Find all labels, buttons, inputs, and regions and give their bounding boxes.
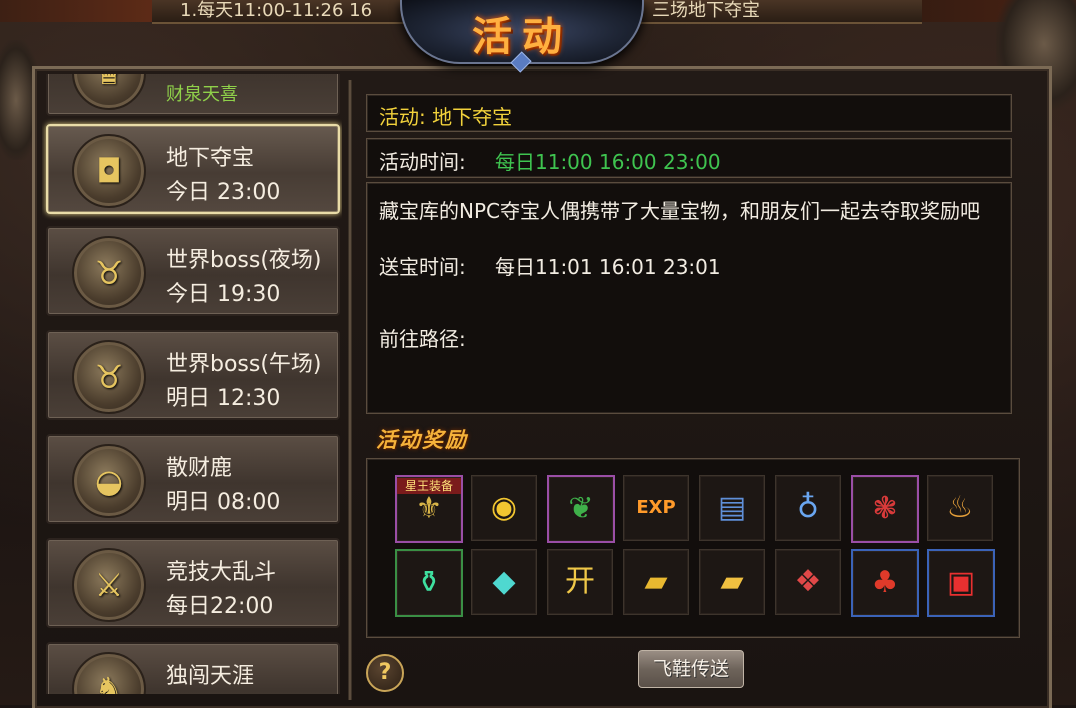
bull-demon-icon: ♉ [72, 340, 146, 414]
reward-slot[interactable]: ⚱ [395, 549, 463, 617]
activity-card[interactable]: ♛ 财泉天喜 [46, 74, 340, 116]
multi-exp-icon: EXP [636, 497, 676, 518]
activity-card-selected[interactable]: ◘ 地下夺宝 今日 23:00 [46, 124, 340, 214]
green-feather-icon: ❦ [568, 491, 594, 526]
reward-slot[interactable]: ♁ [775, 475, 841, 541]
cyan-crystal-icon: ◆ [492, 564, 516, 599]
activity-card[interactable]: ♉ 世界boss(午场) 明日 12:30 [46, 330, 340, 420]
activity-name: 独闯天涯 [166, 664, 255, 689]
reward-slot[interactable]: ▤ [699, 475, 765, 541]
ticker-text-right: 三场地下夺宝 [652, 0, 760, 21]
gold-coins-icon: ◉ [490, 490, 518, 525]
activity-time-label: 活动时间: [379, 150, 466, 174]
reward-slot[interactable]: ◆ [471, 549, 537, 615]
send-time-label: 送宝时间: [379, 255, 466, 279]
activity-name: 财泉天喜 [166, 84, 238, 105]
gold-bar-icon: ▰ [644, 564, 668, 599]
ticker-text-left: 1.每天11:00-11:26 16 [180, 0, 373, 21]
activity-time: 明日 12:30 [166, 386, 281, 411]
activity-card[interactable]: ♞ 独闯天涯 [46, 642, 340, 694]
reward-slot[interactable]: ▣ [927, 549, 995, 617]
activity-name: 世界boss(夜场) [166, 248, 322, 273]
reward-slot[interactable]: 开 [547, 549, 613, 615]
activity-name: 世界boss(午场) [166, 352, 322, 377]
reward-slot[interactable]: ⚜ 星王装备 [395, 475, 463, 543]
gold-ingot-icon: ◒ [72, 444, 146, 518]
activity-list[interactable]: ♛ 财泉天喜 ◘ 地下夺宝 今日 23:00 ♉ 世界boss(夜场) 今日 1… [42, 74, 342, 694]
route-label: 前往路径: [379, 327, 466, 351]
activity-time: 明日 08:00 [166, 490, 281, 515]
gourd-bag-icon: ♨ [946, 490, 974, 525]
reward-slot[interactable]: ♣ [851, 549, 919, 617]
activity-time-value: 每日11:00 16:00 23:00 [495, 150, 721, 174]
red-gift-box-icon: ▣ [946, 565, 976, 600]
activity-card[interactable]: ⚔ 竞技大乱斗 每日22:00 [46, 538, 340, 628]
panel-divider [348, 80, 352, 700]
reward-slot[interactable]: ▰ [699, 549, 765, 615]
reward-slot[interactable]: ▰ [623, 549, 689, 615]
fly-shoes-teleport-button[interactable]: 飞鞋传送 [638, 650, 744, 688]
reward-slot[interactable]: EXP [623, 475, 689, 541]
reward-slot[interactable]: ♨ [927, 475, 993, 541]
blue-potion-icon: ♁ [797, 490, 819, 525]
crossed-swords-icon: ⚔ [72, 548, 146, 622]
activity-description: 藏宝库的NPC夺宝人偶携带了大量宝物，和朋友们一起去夺取奖励吧 [379, 199, 980, 223]
activity-label-text: 活动: [379, 105, 426, 129]
reward-slot[interactable]: ❃ [851, 475, 919, 543]
activity-card[interactable]: ◒ 散财鹿 明日 08:00 [46, 434, 340, 524]
activity-name-text: 地下夺宝 [432, 105, 513, 129]
reward-section-title: 活动奖励 [376, 427, 468, 452]
reward-slot[interactable]: ❦ [547, 475, 615, 543]
gold-statue-icon: ♛ [72, 74, 146, 110]
treasure-chest-icon: ◘ [72, 134, 146, 208]
activity-name: 地下夺宝 [166, 146, 255, 171]
bull-demon-icon: ♉ [72, 236, 146, 310]
activity-name: 竞技大乱斗 [166, 560, 277, 585]
activity-card[interactable]: ♉ 世界boss(夜场) 今日 19:30 [46, 226, 340, 316]
reward-slot[interactable]: ◉ [471, 475, 537, 541]
activity-time: 今日 23:00 [166, 180, 281, 205]
activity-name-row: 活动: 地下夺宝 [366, 94, 1012, 132]
red-crystal-icon: ❃ [872, 491, 898, 526]
gift-box-white-icon: ❖ [794, 564, 822, 599]
red-lucky-bag-icon: ♣ [871, 565, 899, 600]
warrior-icon: ♞ [72, 652, 146, 694]
activity-name: 散财鹿 [166, 456, 233, 481]
send-time-value: 每日11:01 16:01 23:01 [495, 255, 721, 279]
activity-time: 今日 19:30 [166, 282, 281, 307]
blue-book-icon: ▤ [717, 490, 747, 525]
activity-time: 每日22:00 [166, 594, 274, 619]
green-potion-jar-icon: ⚱ [416, 565, 442, 600]
activity-time-row: 活动时间: 每日11:00 16:00 23:00 [366, 138, 1012, 178]
gold-bars-stack-icon: ▰ [720, 564, 744, 599]
activity-description-box: 藏宝库的NPC夺宝人偶携带了大量宝物，和朋友们一起去夺取奖励吧 送宝时间: 每日… [366, 182, 1012, 414]
reward-slot[interactable]: ❖ [775, 549, 841, 615]
reward-tag: 星王装备 [397, 478, 461, 494]
red-envelope-icon: 开 [565, 564, 595, 599]
activity-label: 活动: 地下夺宝 [379, 101, 512, 130]
reward-grid: ⚜ 星王装备 ◉ ❦ EXP ▤ ♁ ❃ ♨ ⚱ ◆ 开 ▰ ▰ ❖ ♣ ▣ [366, 458, 1020, 638]
help-button[interactable]: ? [366, 654, 404, 692]
